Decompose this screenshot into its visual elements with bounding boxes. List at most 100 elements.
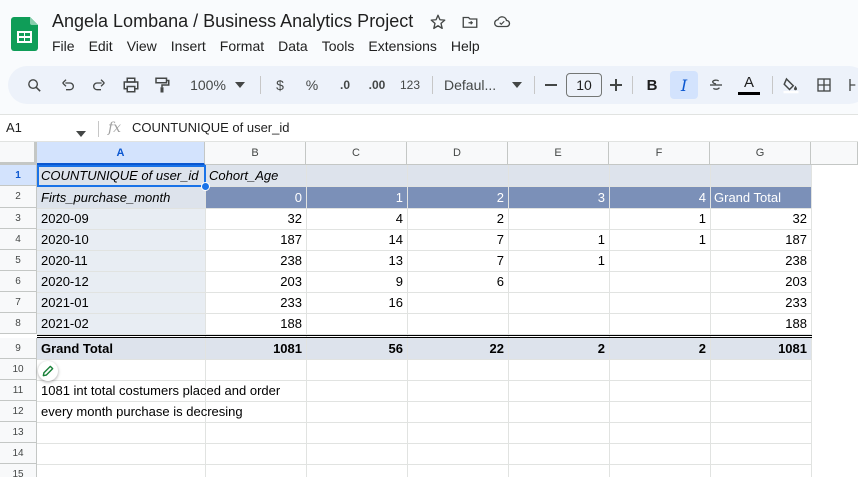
menu-tools[interactable]: Tools [322, 37, 355, 55]
row-header-8[interactable]: 8 [0, 313, 37, 334]
pivot-value-cell[interactable]: 4 [306, 208, 407, 229]
menu-format[interactable]: Format [220, 37, 264, 55]
row-header-5[interactable]: 5 [0, 250, 37, 271]
column-header-e[interactable]: E [508, 142, 609, 165]
pivot-value-cell[interactable] [609, 250, 710, 271]
pivot-value-cell[interactable]: 1 [508, 250, 609, 271]
star-icon[interactable] [428, 12, 448, 32]
pivot-row-month[interactable]: 2020-10 [37, 229, 205, 250]
row-header-15[interactable]: 15 [0, 464, 37, 477]
pivot-cohort-header[interactable]: 0 [205, 186, 306, 208]
pivot-value-cell[interactable] [508, 208, 609, 229]
pivot-value-cell[interactable]: 188 [205, 313, 306, 334]
pivot-value-cell[interactable]: 32 [710, 208, 811, 229]
row-header-2[interactable]: 2 [0, 186, 37, 208]
row-header-10[interactable]: 10 [0, 359, 37, 380]
row-header-9[interactable]: 9 [0, 338, 37, 359]
pivot-row-month[interactable]: 2020-11 [37, 250, 205, 271]
pivot-total-cell[interactable]: 2 [508, 338, 609, 359]
pivot-total-cell[interactable]: 22 [407, 338, 508, 359]
column-header-b[interactable]: B [205, 142, 306, 165]
selection-fill-handle[interactable] [201, 182, 210, 191]
pivot-column-label[interactable]: Cohort_Age [205, 165, 306, 186]
pivot-value-cell[interactable]: 1 [508, 229, 609, 250]
pivot-value-cell[interactable]: 187 [710, 229, 811, 250]
increase-font-size-icon[interactable] [608, 66, 624, 104]
increase-decimal-button[interactable]: .00 [364, 66, 390, 104]
pivot-row-month[interactable]: 2020-09 [37, 208, 205, 229]
currency-format-button[interactable]: $ [270, 66, 290, 104]
pivot-value-cell[interactable]: 203 [205, 271, 306, 292]
column-header-c[interactable]: C [306, 142, 407, 165]
row-header-6[interactable]: 6 [0, 271, 37, 292]
pivot-value-cell[interactable]: 16 [306, 292, 407, 313]
pivot-row-month[interactable]: 2021-01 [37, 292, 205, 313]
row-header-1[interactable]: 1 [0, 165, 37, 186]
pivot-total-cell[interactable]: 1081 [710, 338, 811, 359]
pivot-cohort-header[interactable]: 3 [508, 186, 609, 208]
italic-button[interactable]: I [674, 66, 694, 104]
pivot-cohort-header[interactable]: 4 [609, 186, 710, 208]
menu-data[interactable]: Data [278, 37, 308, 55]
pivot-value-cell[interactable] [407, 292, 508, 313]
percent-format-button[interactable]: % [302, 66, 322, 104]
menu-edit[interactable]: Edit [89, 37, 113, 55]
select-all-corner[interactable] [0, 142, 37, 165]
redo-icon[interactable] [89, 66, 109, 104]
menu-help[interactable]: Help [451, 37, 480, 55]
zoom-select[interactable]: 100% [186, 66, 230, 104]
fill-color-icon[interactable] [780, 66, 802, 104]
pivot-value-cell[interactable] [407, 313, 508, 334]
menu-extensions[interactable]: Extensions [368, 37, 436, 55]
pivot-value-cell[interactable]: 1 [609, 208, 710, 229]
pivot-cohort-header[interactable]: 1 [306, 186, 407, 208]
pivot-value-cell[interactable]: 9 [306, 271, 407, 292]
name-box[interactable]: A1 [6, 120, 22, 135]
column-header-empty[interactable] [811, 142, 858, 165]
column-header-f[interactable]: F [609, 142, 710, 165]
decrease-font-size-icon[interactable] [543, 66, 559, 104]
row-header-11[interactable]: 11 [0, 380, 37, 401]
pivot-value-cell[interactable] [609, 271, 710, 292]
pivot-value-cell[interactable]: 238 [205, 250, 306, 271]
pivot-value-cell[interactable]: 233 [205, 292, 306, 313]
menu-view[interactable]: View [127, 37, 157, 55]
text-color-button[interactable]: A [738, 66, 760, 104]
row-header-3[interactable]: 3 [0, 208, 37, 229]
row-header-13[interactable]: 13 [0, 422, 37, 443]
column-header-a[interactable]: A [37, 142, 205, 165]
pivot-value-cell[interactable] [609, 292, 710, 313]
search-menus-icon[interactable] [24, 66, 44, 104]
pivot-row-label[interactable]: Firts_purchase_month [37, 186, 205, 208]
merge-cells-icon[interactable] [846, 66, 858, 104]
pivot-value-cell[interactable] [508, 271, 609, 292]
pivot-value-cell[interactable]: 7 [407, 229, 508, 250]
pivot-value-cell[interactable] [306, 313, 407, 334]
pivot-value-cell[interactable]: 32 [205, 208, 306, 229]
bold-button[interactable]: B [642, 66, 662, 104]
row-header-12[interactable]: 12 [0, 401, 37, 422]
note-text[interactable]: every month purchase is decresing [37, 401, 407, 422]
borders-icon[interactable] [814, 66, 834, 104]
pivot-value-cell[interactable] [609, 313, 710, 334]
pivot-value-cell[interactable]: 1 [609, 229, 710, 250]
row-header-14[interactable]: 14 [0, 443, 37, 464]
pivot-grand-total-header[interactable]: Grand Total [710, 186, 811, 208]
pivot-value-cell[interactable] [508, 313, 609, 334]
pivot-total-cell[interactable]: 1081 [205, 338, 306, 359]
note-text[interactable]: 1081 int total costumers placed and orde… [37, 380, 407, 401]
paint-format-icon[interactable] [152, 66, 172, 104]
zoom-chevron-down-icon[interactable] [233, 66, 247, 104]
row-header-4[interactable]: 4 [0, 229, 37, 250]
menu-insert[interactable]: Insert [171, 37, 206, 55]
pivot-total-cell[interactable]: 2 [609, 338, 710, 359]
pivot-cohort-header[interactable]: 2 [407, 186, 508, 208]
pivot-value-cell[interactable]: 188 [710, 313, 811, 334]
column-header-d[interactable]: D [407, 142, 508, 165]
formula-input[interactable]: COUNTUNIQUE of user_id [132, 120, 289, 135]
pivot-value-cell[interactable]: 233 [710, 292, 811, 313]
cloud-status-icon[interactable] [492, 12, 512, 32]
decrease-decimal-button[interactable]: .0 [334, 66, 356, 104]
spreadsheet-grid[interactable]: A B C D E F G 1 2 3 4 5 6 7 8 9 10 11 12 13 14 15 COUNTUNIQUE … [0, 142, 858, 477]
edit-pencil-icon[interactable] [38, 361, 58, 381]
